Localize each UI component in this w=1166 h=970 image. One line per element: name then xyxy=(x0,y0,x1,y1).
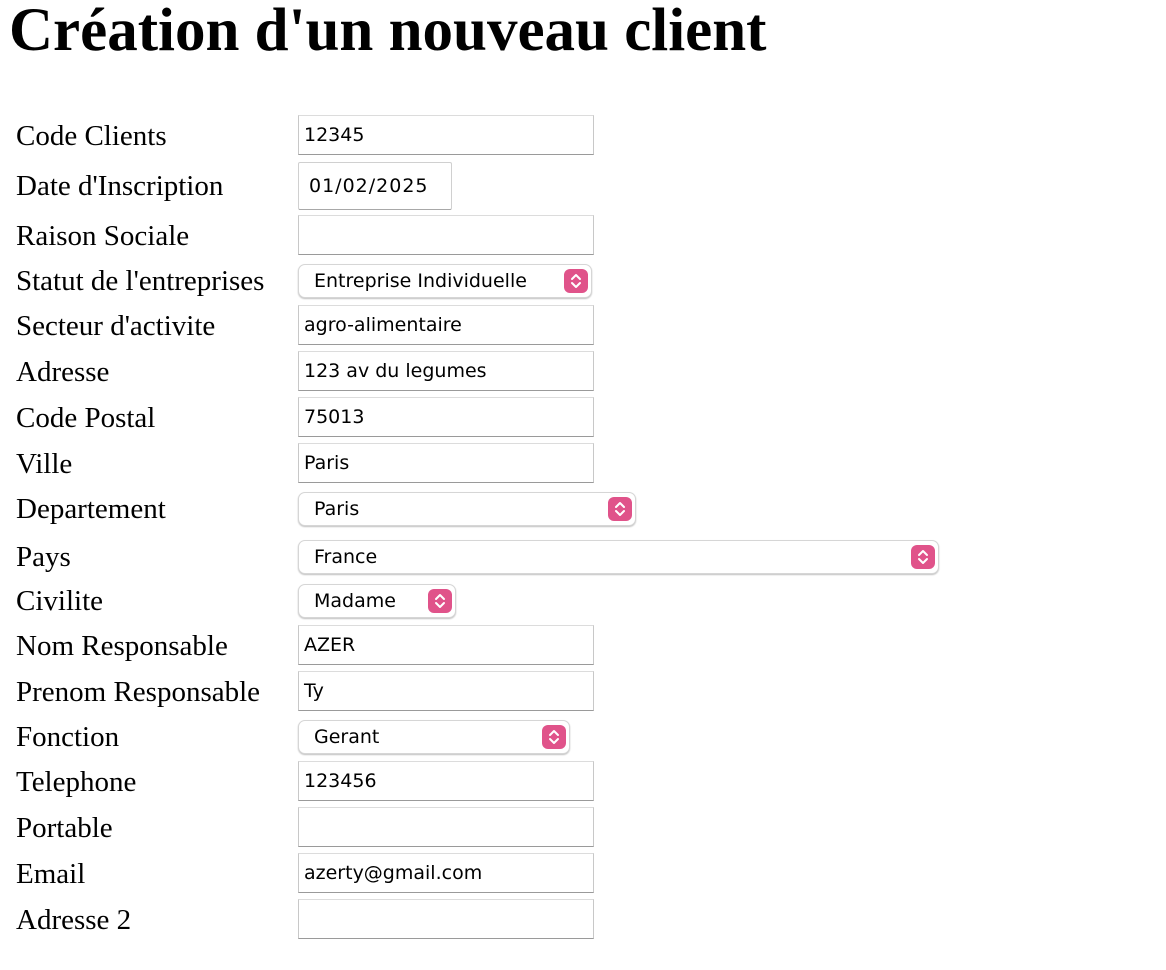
nom-responsable-label: Nom Responsable xyxy=(16,630,228,662)
statut-entreprise-select[interactable]: Entreprise Individuelle xyxy=(298,264,592,298)
prenom-responsable-label: Prenom Responsable xyxy=(16,676,261,708)
secteur-activite-input[interactable]: agro-alimentaire xyxy=(298,305,594,345)
departement-select[interactable]: Paris xyxy=(298,492,636,526)
nom-responsable-input[interactable]: AZER xyxy=(298,625,594,665)
pays-value: France xyxy=(314,546,378,568)
portable-label: Portable xyxy=(16,812,113,844)
telephone-label: Telephone xyxy=(16,766,137,798)
prenom-responsable-input[interactable]: Ty xyxy=(298,671,594,711)
pays-select[interactable]: France xyxy=(298,540,939,574)
code-postal-label: Code Postal xyxy=(16,402,156,434)
chevron-up-down-icon xyxy=(564,269,588,293)
fonction-label: Fonction xyxy=(16,721,120,753)
adresse-input[interactable]: 123 av du legumes xyxy=(298,351,594,391)
statut-entreprise-value: Entreprise Individuelle xyxy=(314,270,527,292)
code-clients-input[interactable]: 12345 xyxy=(298,115,594,155)
adresse-2-label: Adresse 2 xyxy=(16,904,132,936)
pays-label: Pays xyxy=(16,541,71,573)
secteur-activite-label: Secteur d'activite xyxy=(16,310,216,342)
ville-input[interactable]: Paris xyxy=(298,443,594,483)
chevron-up-down-icon xyxy=(542,725,566,749)
raison-sociale-input[interactable] xyxy=(298,215,594,255)
ville-label: Ville xyxy=(16,448,73,480)
adresse-2-input[interactable] xyxy=(298,899,594,939)
telephone-input[interactable]: 123456 xyxy=(298,761,594,801)
statut-entreprise-label: Statut de l'entreprises xyxy=(16,265,265,297)
fonction-select[interactable]: Gerant xyxy=(298,720,570,754)
chevron-up-down-icon xyxy=(428,589,452,613)
date-inscription-input[interactable]: 01/02/2025 xyxy=(298,162,452,210)
civilite-value: Madame xyxy=(314,590,396,612)
chevron-up-down-icon xyxy=(608,497,632,521)
code-postal-input[interactable]: 75013 xyxy=(298,397,594,437)
page-title: Création d'un nouveau client xyxy=(9,0,767,64)
portable-input[interactable] xyxy=(298,807,594,847)
email-input[interactable]: azerty@gmail.com xyxy=(298,853,594,893)
departement-value: Paris xyxy=(314,498,360,520)
raison-sociale-label: Raison Sociale xyxy=(16,220,190,252)
adresse-label: Adresse xyxy=(16,356,110,388)
departement-label: Departement xyxy=(16,493,166,525)
civilite-select[interactable]: Madame xyxy=(298,584,456,618)
chevron-up-down-icon xyxy=(911,545,935,569)
fonction-value: Gerant xyxy=(314,726,380,748)
civilite-label: Civilite xyxy=(16,585,103,617)
code-clients-label: Code Clients xyxy=(16,120,167,152)
email-label: Email xyxy=(16,858,86,890)
date-inscription-label: Date d'Inscription xyxy=(16,170,224,202)
